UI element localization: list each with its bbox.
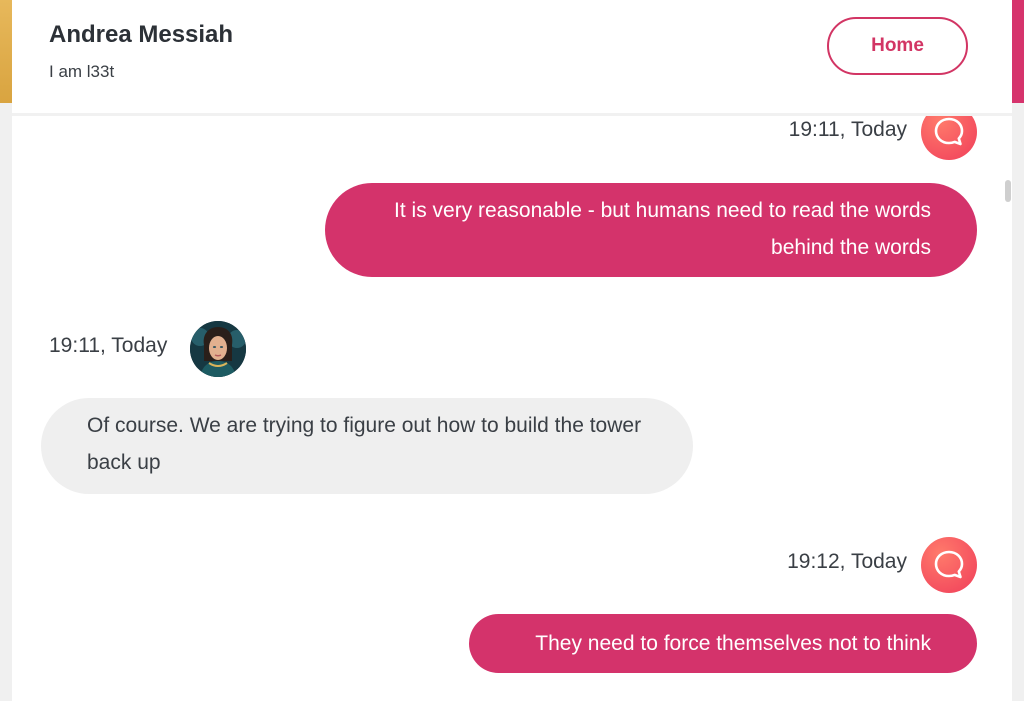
user-avatar (921, 537, 977, 593)
scrollbar-thumb[interactable] (1005, 180, 1011, 202)
chat-panel: 19:11, Today It is very reasonable - but… (12, 0, 1012, 701)
right-edge-accent (1012, 0, 1024, 103)
contact-avatar[interactable] (190, 321, 246, 377)
outgoing-message-bubble: It is very reasonable - but humans need … (325, 183, 977, 277)
incoming-message-bubble: Of course. We are trying to figure out h… (41, 398, 693, 494)
chat-bubble-icon (934, 117, 964, 146)
contact-status: I am l33t (49, 62, 115, 81)
home-button[interactable]: Home (827, 17, 968, 75)
contact-portrait (190, 321, 246, 377)
contact-name: Andrea Messiah (49, 21, 234, 48)
message-timestamp: 19:11, Today (49, 334, 168, 357)
outgoing-message-bubble: They need to force themselves not to thi… (469, 614, 977, 673)
chat-header: Andrea Messiah I am l33t Home (12, 0, 1012, 116)
chat-bubble-icon (934, 550, 964, 579)
left-edge-accent (0, 0, 12, 103)
message-timestamp: 19:12, Today (787, 550, 907, 573)
message-timestamp: 19:11, Today (788, 118, 907, 141)
